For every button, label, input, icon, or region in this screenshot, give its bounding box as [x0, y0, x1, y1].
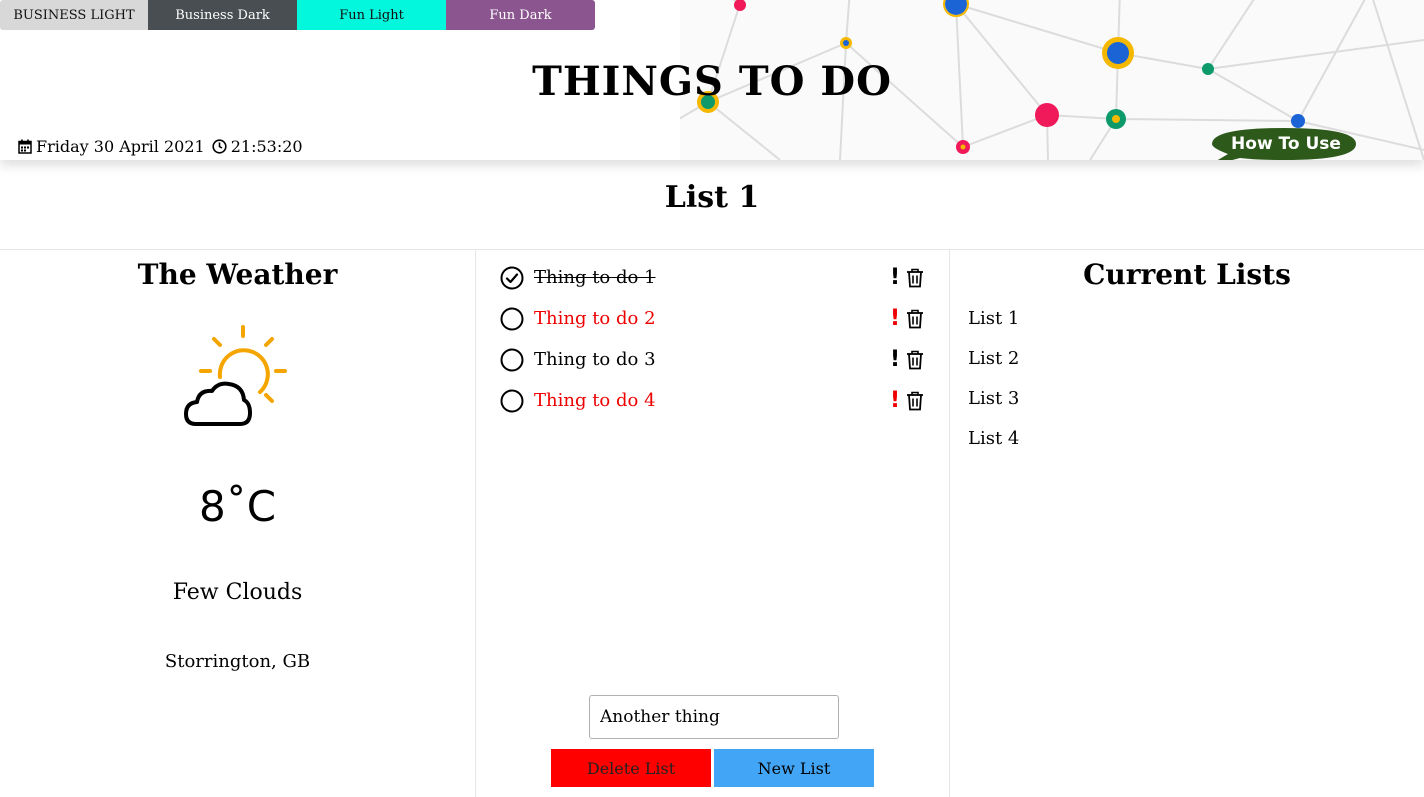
unchecked-circle-icon[interactable]	[500, 307, 524, 331]
divider	[0, 249, 1424, 250]
trash-icon[interactable]	[906, 268, 924, 288]
trash-icon[interactable]	[906, 391, 924, 411]
trash-icon[interactable]	[906, 350, 924, 370]
time-text: 21:53:20	[230, 137, 303, 156]
delete-list-button[interactable]: Delete List	[551, 749, 711, 787]
how-to-use-button[interactable]: How To Use	[1206, 126, 1358, 160]
unchecked-circle-icon[interactable]	[500, 348, 524, 372]
app-title: THINGS TO DO	[532, 58, 892, 105]
checked-circle-icon[interactable]	[500, 266, 524, 290]
todo-item: Thing to do 2 !	[500, 303, 930, 344]
theme-fun-dark-button[interactable]: Fun Dark	[446, 0, 595, 30]
todo-item: Thing to do 4 !	[500, 385, 930, 426]
theme-business-light-button[interactable]: BUSINESS LIGHT	[0, 0, 148, 30]
todo-list: Thing to do 1 ! Thing to do 2 ! Thing to…	[500, 262, 930, 426]
few-clouds-icon	[184, 325, 287, 426]
priority-icon[interactable]: !	[890, 348, 900, 372]
current-lists: List 1 List 2 List 3 List 4	[968, 308, 1019, 468]
date-text: Friday 30 April 2021	[36, 137, 205, 156]
weather-location: Storrington, GB	[164, 651, 311, 672]
priority-icon[interactable]: !	[890, 266, 900, 290]
list-link[interactable]: List 3	[968, 388, 1019, 428]
weather-title: The Weather	[137, 258, 338, 291]
new-item-input[interactable]	[589, 695, 839, 739]
column-divider	[949, 250, 950, 797]
current-list-title: List 1	[664, 180, 760, 215]
theme-business-dark-button[interactable]: Business Dark	[148, 0, 297, 30]
new-list-button[interactable]: New List	[714, 749, 874, 787]
column-divider	[475, 250, 476, 797]
current-lists-title: Current Lists	[1083, 258, 1291, 291]
header: BUSINESS LIGHT Business Dark Fun Light F…	[0, 0, 1424, 160]
how-to-use-label: How To Use	[1231, 134, 1341, 154]
clock-icon	[212, 139, 227, 154]
todo-item: Thing to do 1 !	[500, 262, 930, 303]
date-time-display: Friday 30 April 2021 21:53:20	[18, 137, 303, 156]
list-link[interactable]: List 4	[968, 428, 1019, 468]
todo-text[interactable]: Thing to do 2	[534, 308, 656, 329]
temperature: 8˚C	[198, 482, 277, 531]
theme-fun-light-button[interactable]: Fun Light	[297, 0, 446, 30]
unchecked-circle-icon[interactable]	[500, 389, 524, 413]
todo-item: Thing to do 3 !	[500, 344, 930, 385]
calendar-icon	[18, 139, 32, 154]
priority-icon[interactable]: !	[890, 307, 900, 331]
list-link[interactable]: List 1	[968, 308, 1019, 348]
priority-icon[interactable]: !	[890, 389, 900, 413]
trash-icon[interactable]	[906, 309, 924, 329]
todo-text[interactable]: Thing to do 3	[534, 349, 656, 370]
todo-text[interactable]: Thing to do 1	[534, 267, 656, 288]
theme-switcher: BUSINESS LIGHT Business Dark Fun Light F…	[0, 0, 595, 30]
list-link[interactable]: List 2	[968, 348, 1019, 388]
todo-text[interactable]: Thing to do 4	[534, 390, 656, 411]
weather-description: Few Clouds	[172, 580, 303, 605]
